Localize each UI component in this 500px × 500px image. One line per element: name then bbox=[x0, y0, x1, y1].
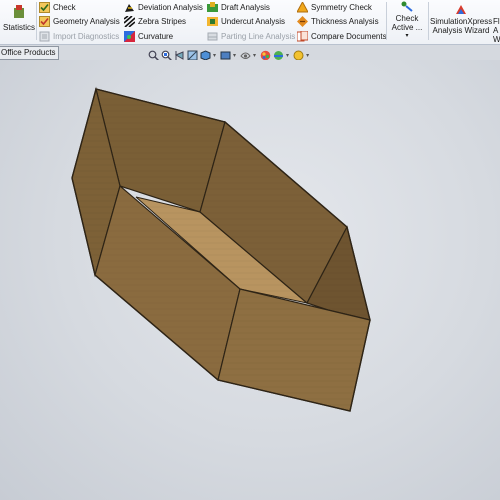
check-label: Check bbox=[53, 2, 76, 12]
symmetry-check-button[interactable]: Symmetry Check bbox=[297, 0, 372, 14]
curvature-icon bbox=[124, 30, 135, 42]
statistics-button[interactable]: Statistics bbox=[2, 5, 36, 32]
simulationxpress-button[interactable]: SimulationXpress Analysis Wizard bbox=[430, 4, 492, 35]
check-active-label-line2: Active ... bbox=[391, 23, 423, 32]
statistics-label: Statistics bbox=[2, 23, 35, 32]
simulationxpress-label-line1: SimulationXpress bbox=[430, 17, 493, 26]
geometry-analysis-icon bbox=[39, 15, 50, 27]
view-orientation-dropdown-icon[interactable]: ▾ bbox=[213, 52, 216, 59]
statistics-icon bbox=[14, 5, 24, 18]
previous-view-icon[interactable] bbox=[174, 50, 185, 61]
simulationxpress-icon bbox=[456, 5, 466, 14]
curvature-label: Curvature bbox=[138, 31, 174, 41]
check-active-icon bbox=[401, 1, 413, 12]
view-orientation-icon[interactable] bbox=[200, 49, 211, 61]
draft-analysis-label: Draft Analysis bbox=[221, 2, 270, 12]
draft-analysis-icon bbox=[207, 1, 218, 12]
compare-documents-label: Compare Documents bbox=[311, 31, 387, 41]
compare-documents-icon bbox=[297, 30, 308, 41]
undercut-analysis-label: Undercut Analysis bbox=[221, 16, 286, 26]
import-diagnostics-icon bbox=[39, 31, 50, 41]
zebra-stripes-button[interactable]: Zebra Stripes bbox=[124, 14, 186, 28]
zebra-stripes-label: Zebra Stripes bbox=[138, 16, 187, 26]
deviation-analysis-button[interactable]: Deviation Analysis bbox=[124, 0, 203, 14]
display-style-icon[interactable] bbox=[220, 50, 231, 61]
thickness-analysis-button[interactable]: Thickness Analysis bbox=[297, 14, 379, 28]
symmetry-check-icon bbox=[297, 1, 308, 12]
simulationxpress-label-line2: Analysis Wizard bbox=[432, 26, 490, 35]
zoom-to-area-icon[interactable] bbox=[161, 50, 172, 61]
tray-model[interactable] bbox=[0, 60, 500, 500]
deviation-analysis-icon bbox=[125, 3, 134, 12]
cutoff-label-line2: A bbox=[493, 26, 499, 35]
hide-show-items-icon[interactable] bbox=[240, 50, 251, 61]
curvature-button[interactable]: Curvature bbox=[124, 29, 173, 43]
zoom-to-fit-icon[interactable] bbox=[148, 50, 159, 61]
thickness-analysis-icon bbox=[297, 15, 308, 27]
display-style-dropdown-icon[interactable]: ▾ bbox=[233, 52, 236, 59]
thickness-analysis-label: Thickness Analysis bbox=[311, 16, 379, 26]
compare-documents-button[interactable]: Compare Documents bbox=[297, 29, 387, 43]
graphics-area[interactable] bbox=[0, 60, 500, 500]
document-tab[interactable]: Office Products bbox=[0, 46, 59, 60]
parting-line-analysis-button[interactable]: Parting Line Analysis bbox=[207, 29, 295, 43]
undercut-analysis-icon bbox=[207, 16, 218, 26]
view-settings-icon[interactable] bbox=[293, 50, 304, 61]
flow-simulation-button-cutoff[interactable]: Fl A W bbox=[493, 4, 500, 44]
import-diagnostics-label: Import Diagnostics bbox=[53, 31, 120, 41]
apply-scene-icon[interactable] bbox=[273, 50, 284, 61]
check-button[interactable]: Check bbox=[39, 0, 76, 14]
symmetry-check-label: Symmetry Check bbox=[311, 2, 372, 12]
check-icon bbox=[39, 1, 50, 13]
cutoff-label-line3: W bbox=[493, 35, 500, 44]
document-tab-label: Office Products bbox=[1, 48, 56, 57]
tray-outline bbox=[71, 88, 371, 412]
view-settings-dropdown-icon[interactable]: ▾ bbox=[306, 52, 309, 59]
section-view-icon[interactable] bbox=[187, 50, 198, 61]
check-active-button[interactable]: Check Active ... ▾ bbox=[389, 1, 425, 41]
undercut-analysis-button[interactable]: Undercut Analysis bbox=[207, 14, 285, 28]
geometry-analysis-label: Geometry Analysis bbox=[53, 16, 120, 26]
apply-scene-dropdown-icon[interactable]: ▾ bbox=[286, 52, 289, 59]
draft-analysis-button[interactable]: Draft Analysis bbox=[207, 0, 270, 14]
zebra-stripes-icon bbox=[124, 15, 135, 27]
evaluate-ribbon: Statistics Check Geometry Analysis Impor… bbox=[0, 0, 500, 45]
deviation-analysis-label: Deviation Analysis bbox=[138, 2, 203, 12]
parting-line-analysis-label: Parting Line Analysis bbox=[221, 31, 296, 41]
import-diagnostics-button[interactable]: Import Diagnostics bbox=[39, 29, 119, 43]
cutoff-label-line1: Fl bbox=[493, 17, 500, 26]
geometry-analysis-button[interactable]: Geometry Analysis bbox=[39, 14, 120, 28]
check-active-label-line1: Check bbox=[395, 14, 419, 23]
hide-show-dropdown-icon[interactable]: ▾ bbox=[253, 52, 256, 59]
edit-appearance-icon[interactable] bbox=[260, 50, 271, 61]
parting-line-analysis-icon bbox=[207, 32, 218, 40]
